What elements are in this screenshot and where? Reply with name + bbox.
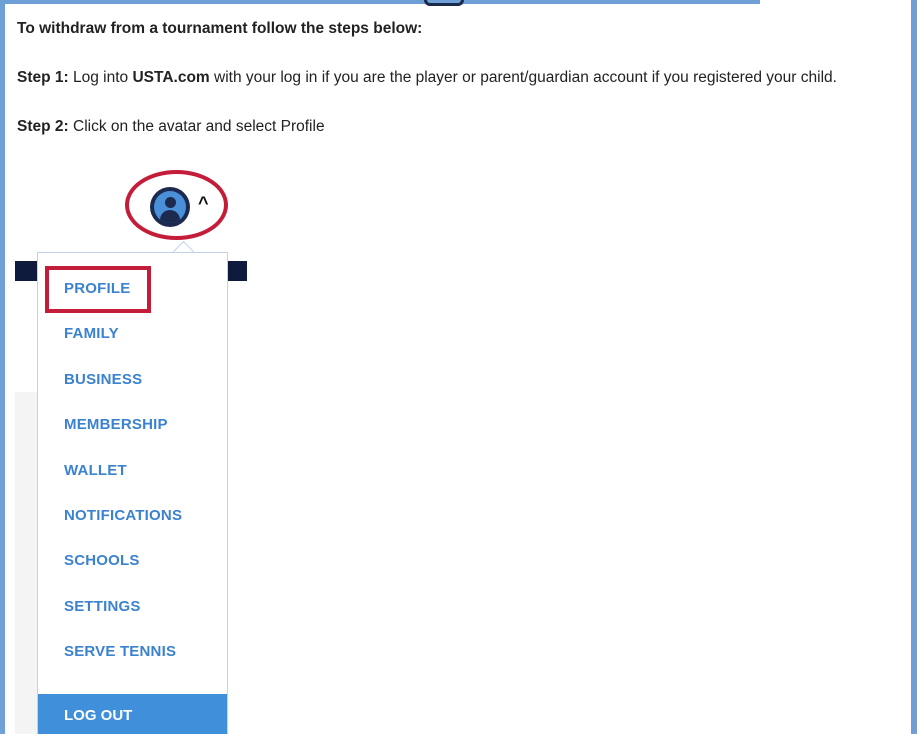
step-2-text: Click on the avatar and select Profile (68, 118, 325, 135)
navbar-strip-right (228, 261, 247, 281)
page-background-strip (15, 392, 37, 734)
menu-item-membership[interactable]: MEMBERSHIP (64, 416, 168, 433)
window-frame-left (0, 0, 5, 734)
step-2-label: Step 2: (17, 118, 69, 135)
usta-site-name: USTA.com (132, 69, 210, 86)
step-1-text-start: Log into (68, 69, 133, 86)
instructions-heading: To withdraw from a tournament follow the… (17, 20, 423, 37)
logo-fragment (424, 0, 464, 6)
user-avatar-icon[interactable] (154, 191, 186, 223)
menu-item-family[interactable]: FAMILY (64, 325, 119, 342)
step-2: Step 2: Click on the avatar and select P… (17, 118, 325, 136)
logout-button[interactable]: LOG OUT (38, 694, 227, 734)
menu-item-notifications[interactable]: NOTIFICATIONS (64, 507, 182, 524)
window-frame-top-gap (760, 0, 917, 4)
menu-item-wallet[interactable]: WALLET (64, 462, 127, 479)
menu-item-schools[interactable]: SCHOOLS (64, 552, 140, 569)
step-1-text-end: with your log in if you are the player o… (209, 69, 837, 86)
menu-item-settings[interactable]: SETTINGS (64, 598, 141, 615)
logout-label: LOG OUT (64, 707, 133, 724)
window-frame-right (911, 0, 917, 734)
navbar-strip-left (15, 261, 37, 281)
step-1: Step 1: Log into USTA.com with your log … (17, 69, 837, 87)
profile-highlight-box (45, 266, 151, 313)
avatar-head-shape (165, 197, 176, 208)
menu-item-business[interactable]: BUSINESS (64, 371, 142, 388)
step-1-label: Step 1: (17, 69, 69, 86)
avatar-menu-toggle[interactable]: ^ (125, 170, 230, 242)
menu-item-serve-tennis[interactable]: SERVE TENNIS (64, 643, 176, 660)
chevron-up-icon[interactable]: ^ (198, 194, 209, 212)
avatar-body-shape (160, 210, 180, 223)
